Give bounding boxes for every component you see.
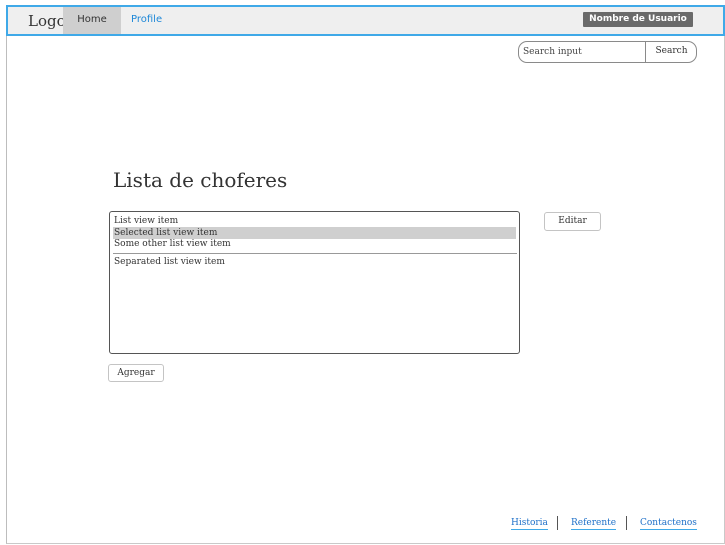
nav-home-tab[interactable]: Home xyxy=(63,7,121,34)
user-menu-button[interactable]: Nombre de Usuario xyxy=(583,12,693,27)
search-input[interactable] xyxy=(519,42,645,62)
list-item[interactable]: Some other list view item xyxy=(113,238,516,250)
footer-link-referente[interactable]: Referente xyxy=(571,518,617,530)
top-navbar: Logo Home Profile Nombre de Usuario xyxy=(6,5,725,36)
search-box: Search xyxy=(518,41,697,63)
logo: Logo xyxy=(28,12,66,30)
list-item[interactable]: List view item xyxy=(113,215,516,227)
nav-profile-tab[interactable]: Profile xyxy=(131,7,162,34)
edit-button[interactable]: Editar xyxy=(544,212,601,231)
footer-link-historia[interactable]: Historia xyxy=(511,518,548,530)
footer-link-contactenos[interactable]: Contactenos xyxy=(640,518,697,530)
footer-divider xyxy=(557,516,558,530)
list-separator xyxy=(113,253,517,254)
page-title: Lista de choferes xyxy=(113,168,288,192)
drivers-list[interactable]: List view item Selected list view item S… xyxy=(109,211,520,354)
search-button[interactable]: Search xyxy=(645,42,696,62)
list-item[interactable]: Separated list view item xyxy=(113,256,516,268)
add-button[interactable]: Agregar xyxy=(108,364,164,382)
footer-divider xyxy=(626,516,627,530)
